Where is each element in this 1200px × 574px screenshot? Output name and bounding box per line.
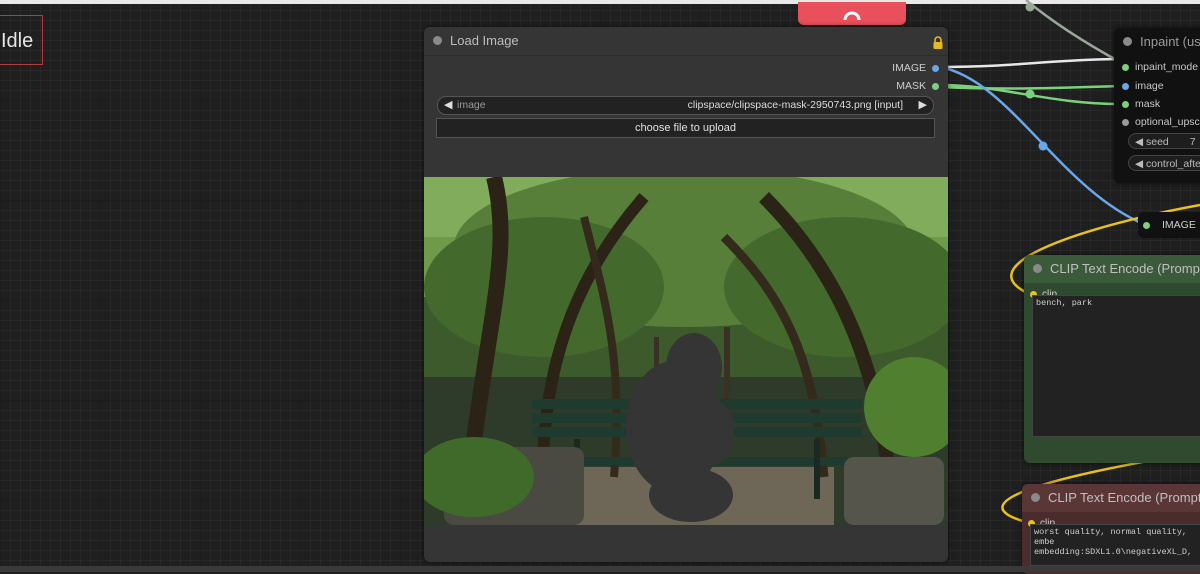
prompt-text-line-1: worst quality, normal quality, embe [1034, 527, 1188, 547]
bottom-bar [0, 566, 1200, 572]
reroute-label: IMAGE [1162, 219, 1196, 231]
prompt-text-line-2: embedding:SDXL1.0\negativeXL_D, [1034, 547, 1193, 557]
right-arrow-icon[interactable]: ▶ [919, 97, 927, 114]
collapse-dot[interactable] [1033, 264, 1042, 273]
output-slot-image[interactable] [932, 64, 939, 72]
input-slot[interactable] [1122, 118, 1129, 126]
clip-text-encode-negative[interactable]: CLIP Text Encode (Prompt clip worst qual… [1022, 484, 1200, 574]
prompt-textarea[interactable]: worst quality, normal quality, embe embe… [1030, 524, 1200, 566]
left-arrow-icon[interactable]: ◀ [1135, 136, 1143, 148]
control-label: control_afte [1146, 158, 1200, 170]
lock-icon[interactable] [932, 32, 944, 60]
seed-widget[interactable]: ◀ seed 7 [1128, 133, 1200, 149]
seed-value: 7 [1189, 136, 1196, 148]
control-after-generate-widget[interactable]: ◀ control_afte [1128, 155, 1200, 171]
queue-button[interactable] [798, 2, 906, 25]
input-optional-upscale[interactable]: optional_upsc [1122, 116, 1200, 128]
image-preview [424, 177, 948, 525]
link-image-to-inpaint [939, 57, 1121, 69]
reroute-dot-1 [1025, 89, 1035, 99]
node-title: CLIP Text Encode (Prompt [1050, 261, 1200, 276]
node-title: CLIP Text Encode (Prompt [1048, 490, 1200, 505]
clip-text-encode-positive[interactable]: CLIP Text Encode (Prompt clip bench, par… [1024, 255, 1200, 463]
node-title-bar[interactable]: Load Image [424, 27, 948, 56]
collapse-dot[interactable] [1123, 37, 1132, 46]
prompt-textarea[interactable]: bench, park [1032, 295, 1200, 437]
node-title: Load Image [450, 33, 519, 48]
arc-icon [843, 11, 861, 20]
output-label: IMAGE [892, 62, 926, 74]
node-title-bar[interactable]: Inpaint (us [1114, 28, 1200, 56]
node-title-bar[interactable]: CLIP Text Encode (Prompt [1022, 484, 1200, 512]
output-mask[interactable]: MASK [896, 80, 939, 92]
left-arrow-icon[interactable]: ◀ [444, 97, 452, 114]
reroute-node[interactable]: IMAGE [1138, 212, 1200, 238]
prompt-text: bench, park [1036, 298, 1093, 308]
input-inpaint-mode[interactable]: inpaint_mode [1122, 61, 1198, 73]
collapse-dot[interactable] [1031, 493, 1040, 502]
reroute-dot-3 [1025, 2, 1035, 12]
image-combo-widget[interactable]: ◀ image clipspace/clipspace-mask-2950743… [437, 96, 934, 115]
output-image[interactable]: IMAGE [892, 62, 939, 74]
input-label: inpaint_mode [1135, 61, 1199, 73]
output-label: MASK [896, 80, 926, 92]
widget-value: clipspace/clipspace-mask-2950743.png [in… [687, 99, 903, 111]
output-slot-mask[interactable] [932, 82, 939, 90]
input-label: optional_upsc [1135, 116, 1200, 128]
input-slot[interactable] [1122, 100, 1129, 108]
input-slot[interactable] [1122, 82, 1129, 90]
node-title-bar[interactable]: CLIP Text Encode (Prompt [1024, 255, 1200, 283]
seed-label: seed [1146, 136, 1169, 148]
inpaint-node[interactable]: Inpaint (us inpaint_mode image mask opti… [1114, 28, 1200, 183]
link-gray-top [1025, 0, 1121, 64]
node-title: Inpaint (us [1140, 34, 1200, 49]
upload-button[interactable]: choose file to upload [436, 118, 935, 138]
left-arrow-icon[interactable]: ◀ [1135, 158, 1143, 170]
input-label: image [1135, 80, 1164, 92]
status-indicator: Idle [0, 15, 43, 65]
reroute-dot-2 [1038, 141, 1048, 151]
widget-label: image [457, 99, 486, 111]
input-slot[interactable] [1143, 222, 1150, 229]
input-slot[interactable] [1122, 63, 1129, 71]
input-mask[interactable]: mask [1122, 98, 1160, 110]
input-label: mask [1135, 98, 1161, 110]
load-image-node[interactable]: Load Image IMAGE MASK ◀ image clipspace/… [424, 27, 948, 562]
collapse-dot[interactable] [433, 36, 442, 45]
input-image[interactable]: image [1122, 80, 1164, 92]
